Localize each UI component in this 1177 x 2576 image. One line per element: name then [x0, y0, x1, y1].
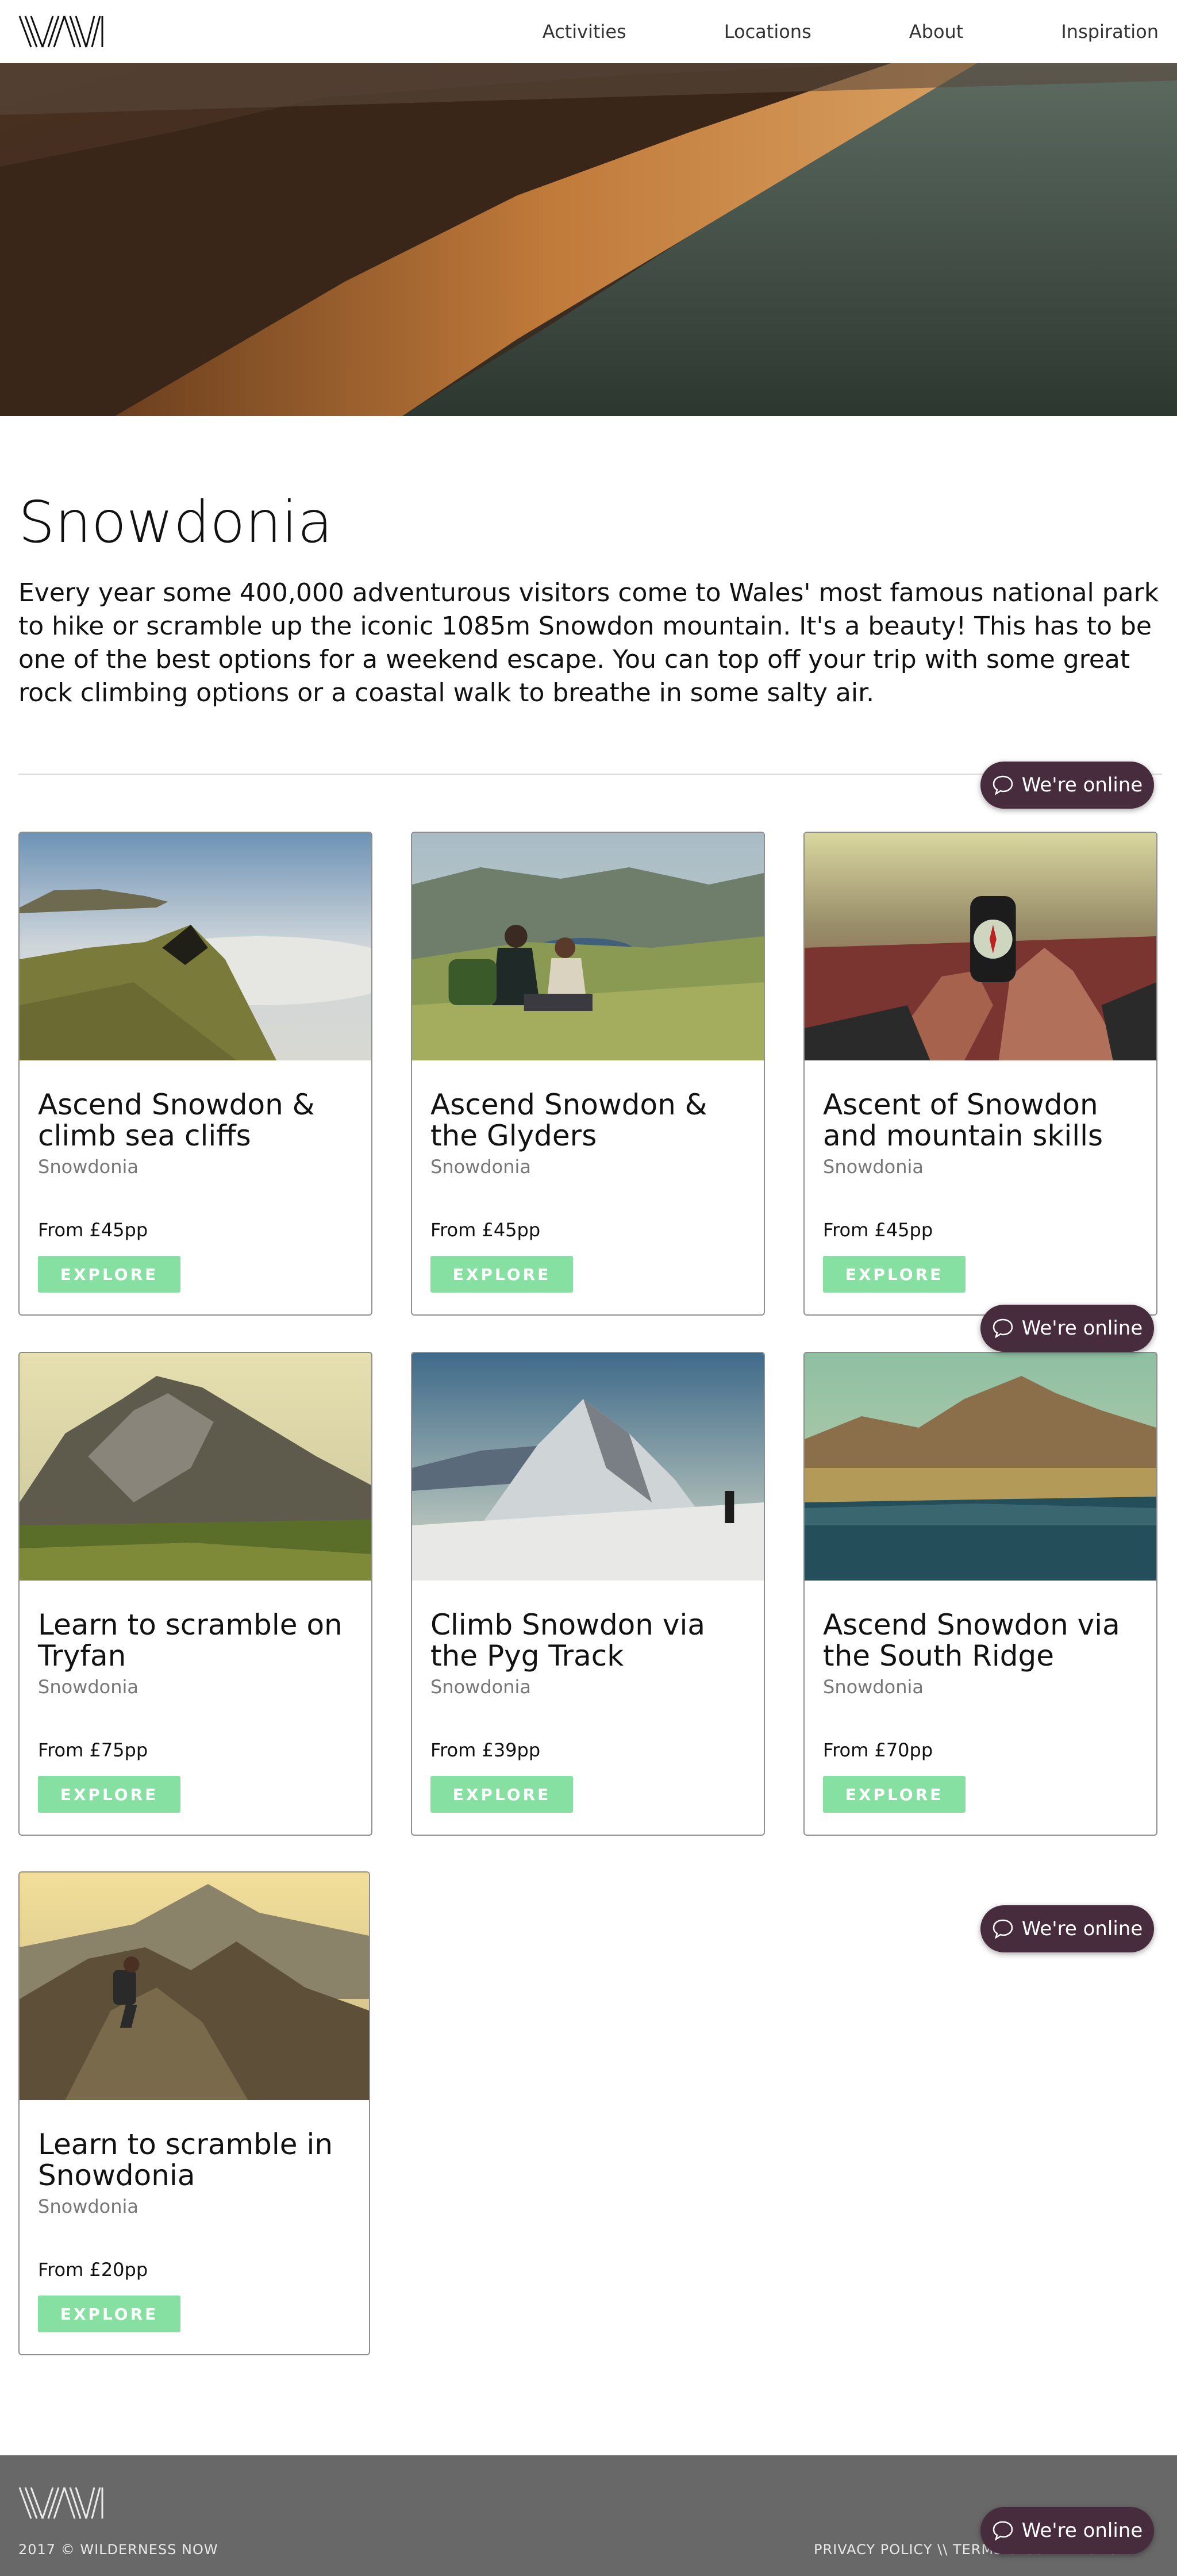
card-location: Snowdonia	[823, 1676, 924, 1698]
site-header: Activities Locations About Inspiration	[0, 0, 1177, 64]
card-location: Snowdonia	[38, 1156, 139, 1178]
card-location: Snowdonia	[823, 1156, 924, 1178]
copyright-text: 2017 © WILDERNESS NOW	[18, 2542, 218, 2558]
card-title: Climb Snowdon via the Pyg Track	[430, 1608, 705, 1673]
chat-widget-button[interactable]: We're online	[980, 1305, 1154, 1352]
card-location: Snowdonia	[430, 1156, 532, 1178]
explore-button[interactable]: EXPLORE	[38, 1776, 180, 1813]
explore-button[interactable]: EXPLORE	[823, 1256, 966, 1293]
card-price: From £20pp	[38, 2259, 148, 2281]
explore-button[interactable]: EXPLORE	[430, 1256, 573, 1293]
hero-image	[0, 63, 1177, 416]
card-image-pyg-track	[412, 1353, 764, 1581]
nav-about[interactable]: About	[909, 21, 964, 43]
card-title: Ascent of Snowdon and mountain skills	[823, 1088, 1103, 1152]
card-image-compass	[805, 833, 1156, 1060]
chat-label: We're online	[1021, 2519, 1143, 2542]
card-location: Snowdonia	[38, 1676, 139, 1698]
card-price: From £45pp	[823, 1219, 933, 1241]
card-image-sea-cliffs	[20, 833, 371, 1060]
activity-card[interactable]: Ascend Snowdon & the Glyders Snowdonia F…	[411, 832, 765, 1316]
speech-bubble-icon	[993, 1318, 1013, 1339]
card-price: From £75pp	[38, 1739, 148, 1761]
card-title: Learn to scramble on Tryfan	[38, 1608, 343, 1673]
nav-locations[interactable]: Locations	[724, 21, 811, 43]
card-location: Snowdonia	[430, 1676, 532, 1698]
card-location: Snowdonia	[38, 2196, 139, 2217]
chat-label: We're online	[1021, 1917, 1143, 1940]
activity-card[interactable]: Ascend Snowdon & climb sea cliffs Snowdo…	[18, 832, 372, 1316]
nav-activities[interactable]: Activities	[543, 21, 626, 43]
card-title: Ascend Snowdon & climb sea cliffs	[38, 1088, 315, 1152]
chat-label: We're online	[1021, 774, 1143, 797]
card-price: From £45pp	[430, 1219, 541, 1241]
card-title: Learn to scramble in Snowdonia	[38, 2128, 333, 2192]
explore-button[interactable]: EXPLORE	[823, 1776, 966, 1813]
card-image-scramble	[20, 1873, 369, 2100]
wilderness-now-logo[interactable]	[18, 2484, 105, 2521]
card-price: From £45pp	[38, 1219, 148, 1241]
activity-card[interactable]: Learn to scramble on Tryfan Snowdonia Fr…	[18, 1352, 372, 1836]
chat-label: We're online	[1021, 1317, 1143, 1340]
card-image-glyders	[412, 833, 764, 1060]
card-image-south-ridge	[805, 1353, 1156, 1581]
speech-bubble-icon	[993, 1919, 1013, 1939]
explore-button[interactable]: EXPLORE	[38, 2296, 180, 2332]
activity-card[interactable]: Ascend Snowdon via the South Ridge Snowd…	[803, 1352, 1157, 1836]
card-title: Ascend Snowdon via the South Ridge	[823, 1608, 1120, 1673]
explore-button[interactable]: EXPLORE	[430, 1776, 573, 1813]
card-price: From £39pp	[430, 1739, 541, 1761]
activity-card[interactable]: Ascent of Snowdon and mountain skills Sn…	[803, 832, 1157, 1316]
card-image-tryfan	[20, 1353, 371, 1581]
chat-widget-button[interactable]: We're online	[980, 2507, 1154, 2554]
card-title: Ascend Snowdon & the Glyders	[430, 1088, 707, 1152]
speech-bubble-icon	[993, 775, 1013, 795]
wilderness-now-logo[interactable]	[18, 13, 105, 49]
intro-paragraph: Every year some 400,000 adventurous visi…	[18, 578, 1159, 708]
nav-inspiration[interactable]: Inspiration	[1061, 21, 1159, 43]
page-title: Snowdonia	[18, 489, 333, 556]
chat-widget-button[interactable]: We're online	[980, 762, 1154, 809]
speech-bubble-icon	[993, 2521, 1013, 2541]
explore-button[interactable]: EXPLORE	[38, 1256, 180, 1293]
activity-card[interactable]: Climb Snowdon via the Pyg Track Snowdoni…	[411, 1352, 765, 1836]
activity-card[interactable]: Learn to scramble in Snowdonia Snowdonia…	[18, 1871, 370, 2355]
chat-widget-button[interactable]: We're online	[980, 1905, 1154, 1952]
main-nav: Activities Locations About Inspiration	[543, 0, 1159, 63]
card-price: From £70pp	[823, 1739, 933, 1761]
